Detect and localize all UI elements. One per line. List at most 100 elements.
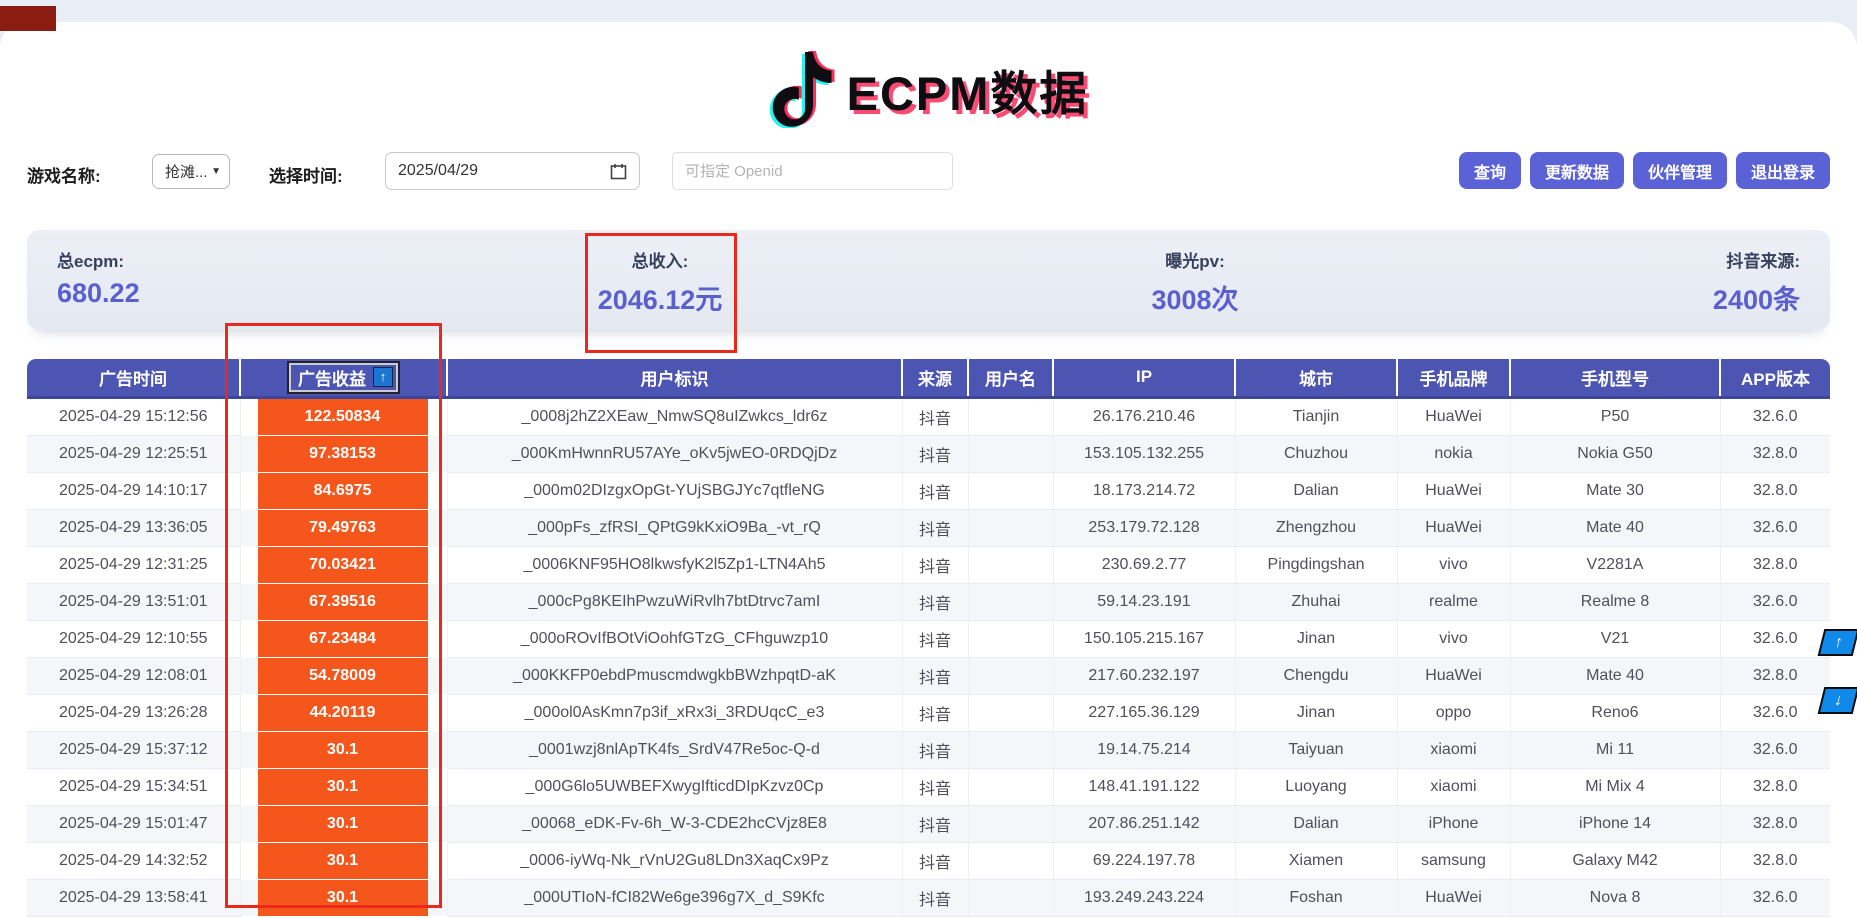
header-source: 来源 [902, 359, 968, 397]
revenue-badge: 30.1 [258, 806, 428, 842]
calendar-icon[interactable] [610, 163, 627, 180]
cell-city: Zhuhai [1235, 583, 1397, 620]
cell-source: 抖音 [902, 879, 968, 916]
cell-ad-time: 2025-04-29 13:51:01 [27, 583, 240, 620]
table-row[interactable]: 2025-04-29 12:25:51 97.38153 _000KmHwnnR… [27, 435, 1830, 472]
cell-username [968, 546, 1053, 583]
header-phone-model: 手机型号 [1510, 359, 1720, 397]
cell-phone-model: V2281A [1510, 546, 1720, 583]
cell-app-version: 32.6.0 [1720, 583, 1830, 620]
cell-user-id: _000G6lo5UWBEFXwygIfticdDIpKzvz0Cp [447, 768, 902, 805]
table-row[interactable]: 2025-04-29 15:34:51 30.1 _000G6lo5UWBEFX… [27, 768, 1830, 805]
table-row[interactable]: 2025-04-29 12:31:25 70.03421 _0006KNF95H… [27, 546, 1830, 583]
table-row[interactable]: 2025-04-29 13:51:01 67.39516 _000cPg8KEI… [27, 583, 1830, 620]
cell-phone-model: P50 [1510, 397, 1720, 435]
cell-user-id: _000KKFP0ebdPmuscmdwgkbBWzhpqtD-aK [447, 657, 902, 694]
cell-ad-time: 2025-04-29 13:26:28 [27, 694, 240, 731]
query-button[interactable]: 查询 [1459, 152, 1521, 189]
cell-app-version: 32.8.0 [1720, 842, 1830, 879]
cell-username [968, 731, 1053, 768]
recording-badge [0, 6, 56, 31]
cell-user-id: _0001wzj8nlApTK4fs_SrdV47Re5oc-Q-d [447, 731, 902, 768]
cell-ad-time: 2025-04-29 13:58:41 [27, 879, 240, 916]
cell-app-version: 32.6.0 [1720, 397, 1830, 435]
table-row[interactable]: 2025-04-29 14:10:17 84.6975 _000m02DIzgx… [27, 472, 1830, 509]
table-row[interactable]: 2025-04-29 13:36:05 79.49763 _000pFs_zfR… [27, 509, 1830, 546]
revenue-badge: 84.6975 [258, 473, 428, 509]
partner-management-button[interactable]: 伙伴管理 [1633, 152, 1727, 189]
cell-city: Dalian [1235, 805, 1397, 842]
table-row[interactable]: 2025-04-29 13:26:28 44.20119 _000ol0AsKm… [27, 694, 1830, 731]
cell-ad-time: 2025-04-29 14:32:52 [27, 842, 240, 879]
stat-label: 总ecpm: [57, 247, 140, 272]
cell-username [968, 397, 1053, 435]
page-title: ECPM数据 [847, 55, 1089, 124]
cell-phone-model: V21 [1510, 620, 1720, 657]
scroll-down-button[interactable]: ↓ [1818, 687, 1857, 714]
cell-user-id: _0006KNF95HO8lkwsfyK2l5Zp1-LTN4Ah5 [447, 546, 902, 583]
cell-source: 抖音 [902, 435, 968, 472]
filter-row: 游戏名称: 抢滩... ▼ 选择时间: 2025/04/29 查询 更新数据 伙… [0, 134, 1857, 200]
revenue-badge: 30.1 [258, 843, 428, 879]
cell-city: Pingdingshan [1235, 546, 1397, 583]
cell-source: 抖音 [902, 397, 968, 435]
game-name-label: 游戏名称: [27, 162, 101, 187]
cell-city: Dalian [1235, 472, 1397, 509]
cell-phone-model: Realme 8 [1510, 583, 1720, 620]
cell-user-id: _000UTIoN-fCI82We6ge396g7X_d_S9Kfc [447, 879, 902, 916]
cell-source: 抖音 [902, 842, 968, 879]
revenue-badge: 30.1 [258, 732, 428, 768]
game-select-value: 抢滩... [165, 161, 208, 182]
cell-ad-time: 2025-04-29 15:37:12 [27, 731, 240, 768]
date-input[interactable]: 2025/04/29 [385, 152, 640, 190]
game-select[interactable]: 抢滩... ▼ [152, 154, 230, 189]
update-data-button[interactable]: 更新数据 [1530, 152, 1624, 189]
cell-source: 抖音 [902, 805, 968, 842]
date-value: 2025/04/29 [398, 162, 478, 180]
cell-app-version: 32.6.0 [1720, 620, 1830, 657]
cell-phone-brand: oppo [1397, 694, 1510, 731]
cell-ad-revenue: 54.78009 [240, 657, 447, 694]
cell-ad-time: 2025-04-29 12:10:55 [27, 620, 240, 657]
revenue-badge: 67.23484 [258, 621, 428, 657]
table-row[interactable]: 2025-04-29 15:37:12 30.1 _0001wzj8nlApTK… [27, 731, 1830, 768]
table-row[interactable]: 2025-04-29 12:10:55 67.23484 _000oROvIfB… [27, 620, 1830, 657]
cell-username [968, 472, 1053, 509]
cell-app-version: 32.8.0 [1720, 805, 1830, 842]
revenue-badge: 44.20119 [258, 695, 428, 731]
cell-ad-revenue: 67.39516 [240, 583, 447, 620]
ecpm-table: 广告时间 广告收益 ↑ 用户标识 来源 用户名 IP 城市 手机品牌 手机型号 … [27, 359, 1830, 917]
table-row[interactable]: 2025-04-29 15:12:56 122.50834 _0008j2hZ2… [27, 397, 1830, 435]
logout-button[interactable]: 退出登录 [1736, 152, 1830, 189]
action-buttons: 查询 更新数据 伙伴管理 退出登录 [1459, 152, 1830, 189]
stat-value: 680.22 [57, 278, 140, 309]
cell-username [968, 620, 1053, 657]
cell-phone-model: Nova 8 [1510, 879, 1720, 916]
ad-revenue-sort-control[interactable]: 广告收益 ↑ [287, 361, 400, 394]
revenue-badge: 30.1 [258, 769, 428, 805]
cell-username [968, 842, 1053, 879]
scroll-up-button[interactable]: ↑ [1818, 629, 1857, 656]
cell-ad-revenue: 30.1 [240, 731, 447, 768]
tiktok-note-icon [769, 50, 837, 128]
header-app-version: APP版本 [1720, 359, 1830, 397]
cell-username [968, 694, 1053, 731]
cell-phone-model: Nokia G50 [1510, 435, 1720, 472]
cell-user-id: _0006-iyWq-Nk_rVnU2Gu8LDn3XaqCx9Pz [447, 842, 902, 879]
sort-up-icon[interactable]: ↑ [373, 367, 393, 387]
main-card: ECPM数据 游戏名称: 抢滩... ▼ 选择时间: 2025/04/29 查询… [0, 22, 1857, 918]
logo: ECPM数据 [0, 22, 1857, 134]
table-row[interactable]: 2025-04-29 15:01:47 30.1 _00068_eDK-Fv-6… [27, 805, 1830, 842]
time-label: 选择时间: [269, 162, 343, 187]
table-row[interactable]: 2025-04-29 14:32:52 30.1 _0006-iyWq-Nk_r… [27, 842, 1830, 879]
cell-ip: 207.86.251.142 [1053, 805, 1235, 842]
cell-phone-model: Reno6 [1510, 694, 1720, 731]
cell-ip: 19.14.75.214 [1053, 731, 1235, 768]
table-row[interactable]: 2025-04-29 12:08:01 54.78009 _000KKFP0eb… [27, 657, 1830, 694]
cell-app-version: 32.6.0 [1720, 731, 1830, 768]
cell-ip: 217.60.232.197 [1053, 657, 1235, 694]
table-row[interactable]: 2025-04-29 13:58:41 30.1 _000UTIoN-fCI82… [27, 879, 1830, 916]
cell-username [968, 509, 1053, 546]
header-phone-brand: 手机品牌 [1397, 359, 1510, 397]
openid-input[interactable] [672, 152, 953, 190]
